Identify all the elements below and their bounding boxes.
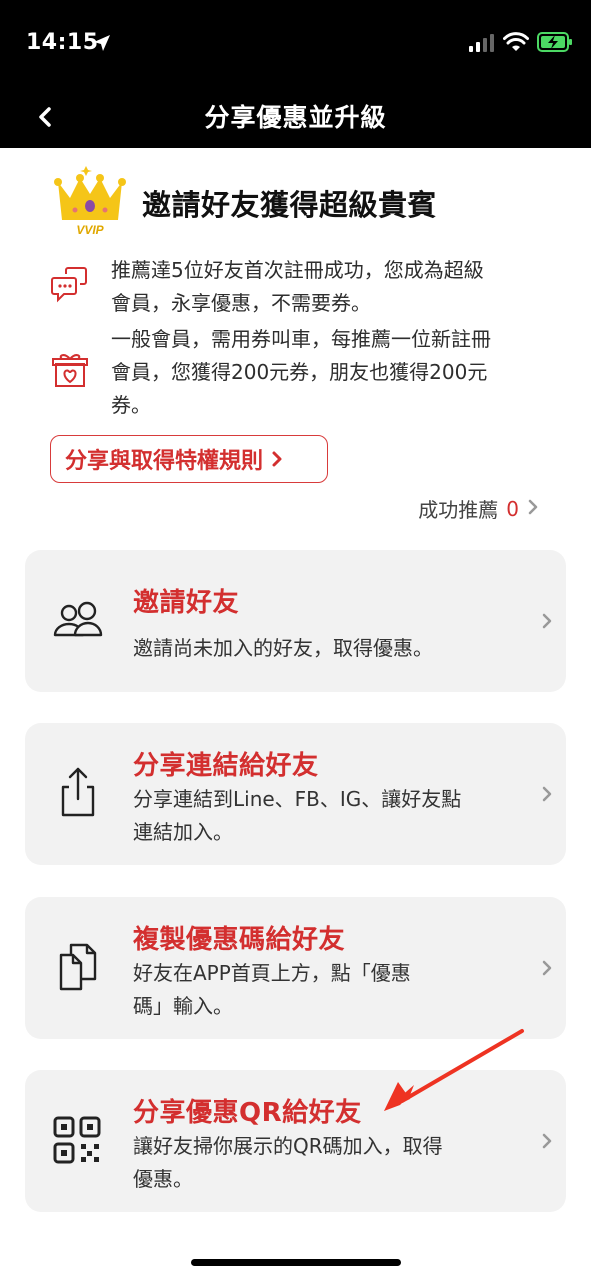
card-description: 邀請尚未加入的好友，取得優惠。 [133, 636, 433, 660]
annotation-arrow-icon [384, 1029, 524, 1111]
privilege-rules-label: 分享與取得特權規則 [65, 449, 264, 474]
card-title: 複製優惠碼給好友 [133, 925, 346, 955]
hero-title: 邀請好友獲得超級貴賓 [142, 188, 438, 222]
card-description: 好友在APP首頁上方，點「優惠 碼」輸入。 [133, 961, 411, 1018]
chat-bubbles-icon [51, 267, 87, 303]
card-description: 分享連結到Line、FB、IG、讓好友點 連結加入。 [133, 787, 462, 844]
chevron-right-icon [542, 786, 552, 802]
chevron-right-icon [542, 960, 552, 976]
vvip-badge-text: VVIP [76, 223, 104, 237]
vvip-crown-icon: VVIP [54, 166, 126, 237]
referral-count: 0 [506, 496, 519, 521]
cellular-signal-icon [469, 34, 494, 52]
card-title: 邀請好友 [133, 588, 240, 618]
status-time: 14:15 [26, 30, 99, 55]
referral-label: 成功推薦 [418, 498, 499, 522]
chevron-right-icon [542, 613, 552, 629]
users-icon [53, 601, 103, 637]
card-title: 分享連結給好友 [133, 751, 319, 781]
battery-charging-icon [537, 32, 572, 52]
card-title: 分享優惠QR給好友 [133, 1098, 362, 1128]
copy-icon [59, 943, 97, 991]
chevron-right-icon [272, 451, 282, 467]
home-indicator [191, 1259, 401, 1266]
gift-box-icon [52, 354, 88, 387]
chevron-right-icon [542, 1133, 552, 1149]
card-description: 讓好友掃你展示的QR碼加入，取得 優惠。 [133, 1134, 443, 1191]
status-bar: 14:15 [0, 0, 591, 86]
wifi-icon [503, 32, 529, 51]
share-link-card[interactable]: 分享連結給好友 分享連結到Line、FB、IG、讓好友點 連結加入。 [25, 723, 566, 865]
benefit-text-1: 推薦達5位好友首次註冊成功，您成為超級 會員，永享優惠，不需要券。 [111, 258, 484, 315]
copy-promo-code-card[interactable]: 複製優惠碼給好友 好友在APP首頁上方，點「優惠 碼」輸入。 [25, 897, 566, 1039]
page-title: 分享優惠並升級 [204, 103, 387, 132]
qr-code-icon [53, 1116, 101, 1164]
share-icon [61, 767, 95, 817]
successful-referrals-link[interactable]: 成功推薦 0 [418, 494, 538, 523]
chevron-right-icon [528, 499, 538, 515]
benefit-text-2: 一般會員，需用券叫車，每推薦一位新註冊 會員，您獲得200元券，朋友也獲得200… [111, 327, 491, 417]
invite-friends-card[interactable]: 邀請好友 邀請尚未加入的好友，取得優惠。 [25, 550, 566, 692]
nav-bar: 分享優惠並升級 [0, 86, 591, 148]
privilege-rules-button[interactable]: 分享與取得特權規則 [50, 435, 328, 483]
location-arrow-icon [94, 35, 110, 51]
